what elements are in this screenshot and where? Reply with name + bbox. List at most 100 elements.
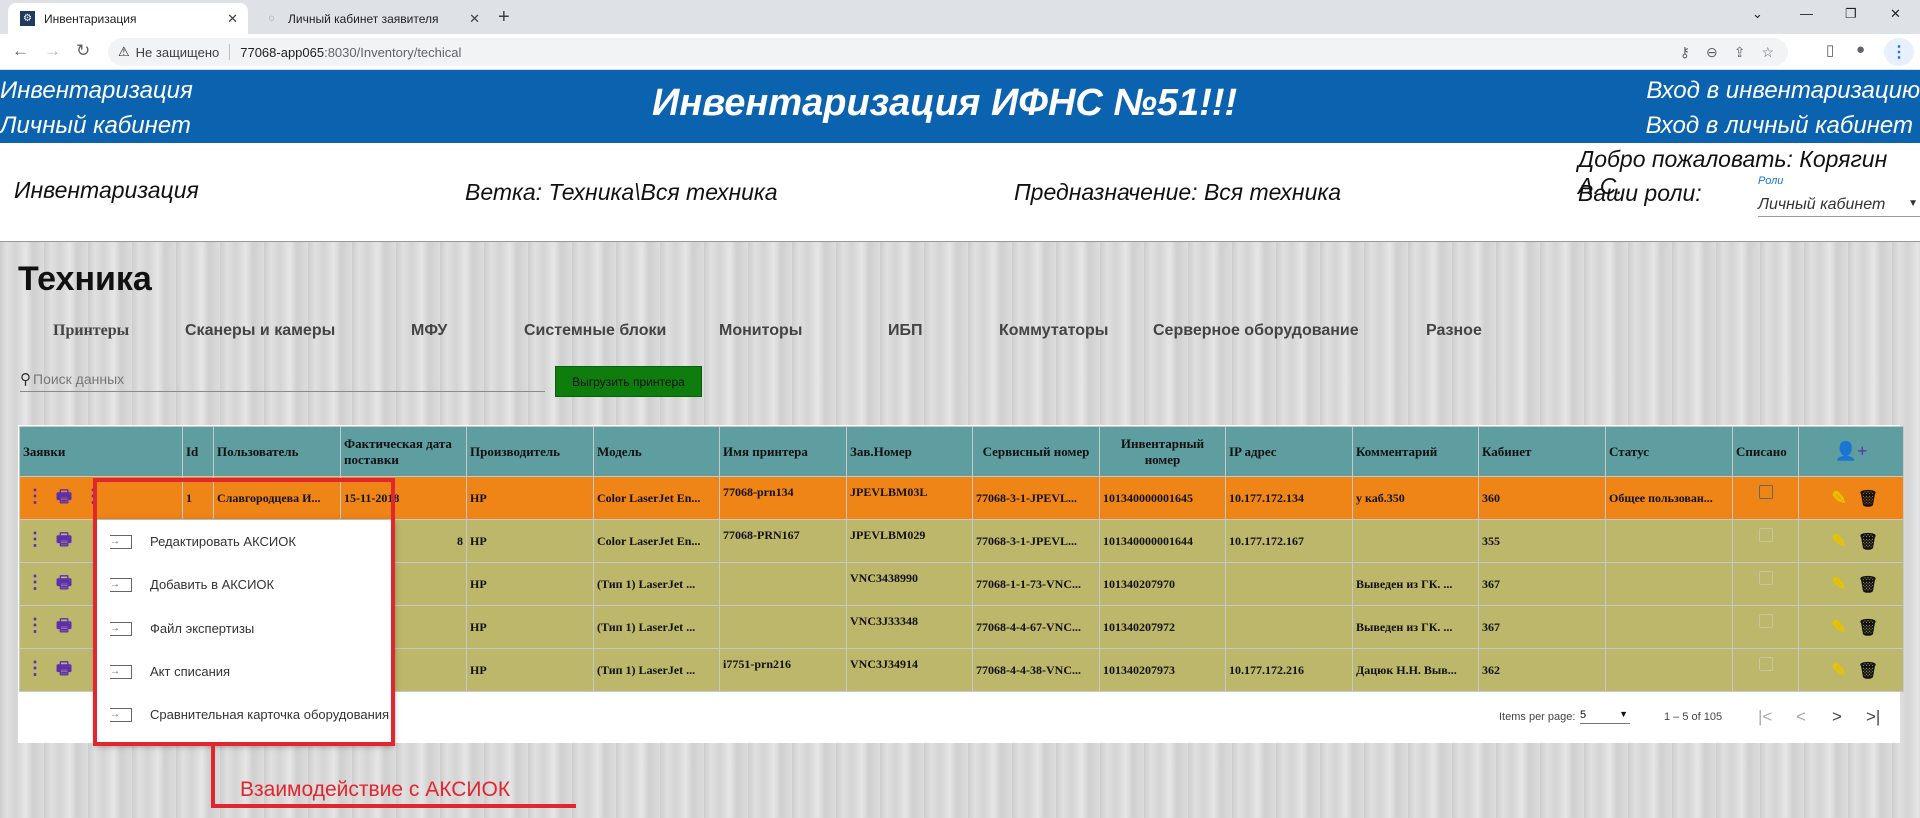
category-ups[interactable]: ИБП (888, 322, 923, 340)
share-icon[interactable]: ⇪ (1734, 44, 1746, 61)
delete-icon[interactable]: 🗑 (1856, 618, 1880, 638)
category-other[interactable]: Разное (1426, 322, 1482, 340)
row-menu-icon[interactable]: ⋮ (23, 615, 47, 636)
row-menu-icon[interactable]: ⋮ (23, 529, 47, 550)
url-field[interactable]: ⚠ Не защищено 77068-app065:8030/Inventor… (108, 38, 1788, 66)
search-input[interactable]: ⚲ Поиск данных (20, 366, 545, 392)
edit-icon[interactable]: ✎ (1822, 660, 1856, 681)
delete-icon[interactable]: 🗑 (1856, 532, 1880, 552)
delete-icon[interactable]: 🗑 (1856, 489, 1880, 509)
annotation-frame (93, 478, 395, 746)
edit-icon[interactable]: ✎ (1822, 617, 1856, 638)
cell-ip: 10.177.172.167 (1225, 519, 1353, 563)
tab-cabinet[interactable]: ◌ Личный кабинет заявителя ✕ (252, 3, 490, 34)
nav-cabinet-link[interactable]: Личный кабинет (0, 112, 191, 140)
edit-icon[interactable]: ✎ (1822, 531, 1856, 552)
prev-page-icon[interactable]: < (1796, 707, 1806, 727)
close-tab-icon[interactable]: ✕ (227, 11, 238, 27)
col-ip[interactable]: IP адрес (1225, 426, 1353, 477)
print-icon[interactable]: 🖶 (47, 613, 81, 642)
page-range-label: 1 – 5 of 105 (1664, 711, 1723, 723)
zoom-icon[interactable]: ⊖ (1706, 44, 1718, 61)
new-tab-icon[interactable]: + (498, 6, 510, 29)
login-cabinet-link[interactable]: Вход в личный кабинет (1646, 112, 1913, 140)
browser-menu-icon[interactable]: ⋮ (1884, 38, 1914, 66)
col-printer-name[interactable]: Имя принтера (719, 426, 847, 477)
col-user[interactable]: Пользователь (213, 426, 341, 477)
print-icon[interactable]: 🖶 (47, 656, 81, 685)
tab-label: Инвентаризация (44, 11, 137, 26)
divider (229, 44, 231, 60)
delete-icon[interactable]: 🗑 (1856, 661, 1880, 681)
cell-inventory: 101340000001645 (1099, 476, 1226, 520)
row-menu-icon[interactable]: ⋮ (23, 572, 47, 593)
export-printers-button[interactable]: Выгрузить принтера (555, 366, 702, 397)
close-tab-icon[interactable]: ✕ (469, 11, 480, 27)
reload-icon[interactable]: ↻ (76, 41, 90, 61)
row-menu-icon[interactable]: ⋮ (23, 486, 47, 507)
col-cabinet[interactable]: Кабинет (1478, 426, 1606, 477)
col-requests[interactable]: Заявки (19, 426, 183, 477)
nav-inventory-link[interactable]: Инвентаризация (0, 77, 193, 105)
annotation-underline (211, 804, 576, 808)
category-monitors[interactable]: Мониторы (719, 322, 802, 340)
category-switches[interactable]: Коммутаторы (999, 322, 1108, 340)
profile-icon[interactable]: ● (1856, 41, 1865, 58)
row-menu-icon[interactable]: ⋮ (23, 658, 47, 679)
key-icon[interactable]: ⚷ (1680, 44, 1690, 61)
category-printers[interactable]: Принтеры (53, 322, 129, 340)
category-system-units[interactable]: Системные блоки (524, 322, 666, 340)
globe-icon: ◌ (268, 13, 275, 24)
col-model[interactable]: Модель (593, 426, 720, 477)
minimize-icon[interactable]: — (1800, 6, 1813, 21)
print-icon[interactable]: 🖶 (47, 570, 81, 599)
cell-serial: JPEVLBM029 (846, 519, 973, 563)
tab-label: Личный кабинет заявителя (288, 11, 439, 26)
col-id[interactable]: Id (182, 426, 214, 477)
print-icon[interactable]: 🖶 (47, 527, 81, 556)
written-off-checkbox[interactable] (1758, 657, 1773, 671)
next-page-icon[interactable]: > (1832, 707, 1842, 727)
sidebar-icon[interactable]: ▯ (1826, 41, 1834, 59)
col-serial[interactable]: Зав.Номер (846, 426, 973, 477)
edit-icon[interactable]: ✎ (1822, 488, 1856, 509)
col-maker[interactable]: Производитель (466, 426, 594, 477)
col-date[interactable]: Фактическая дата поставки (340, 426, 467, 477)
cell-inventory: 101340207972 (1099, 605, 1226, 649)
search-placeholder: Поиск данных (33, 370, 125, 387)
written-off-checkbox[interactable] (1758, 485, 1773, 499)
written-off-checkbox[interactable] (1758, 571, 1773, 585)
col-comment[interactable]: Комментарий (1352, 426, 1479, 477)
col-status[interactable]: Статус (1605, 426, 1733, 477)
category-mfu[interactable]: МФУ (411, 322, 447, 340)
login-inventory-link[interactable]: Вход в инвентаризацию (1646, 77, 1920, 105)
cell-status (1605, 605, 1733, 649)
cell-model: Color LaserJet En... (593, 476, 720, 520)
cell-printer-name (719, 562, 847, 606)
page-title: Техника (18, 260, 152, 298)
edit-icon[interactable]: ✎ (1822, 574, 1856, 595)
forward-icon[interactable]: → (44, 41, 61, 61)
cell-comment: у каб.350 (1352, 476, 1479, 520)
print-icon[interactable]: 🖶 (47, 484, 81, 513)
cell-ip: 10.177.172.216 (1225, 648, 1353, 692)
written-off-checkbox[interactable] (1758, 614, 1773, 628)
chevron-down-icon[interactable]: ⌄ (1752, 6, 1763, 22)
page-size-select[interactable]: 5 ▼ (1580, 709, 1630, 724)
roles-select[interactable]: Личный кабинет ▼ (1758, 196, 1920, 217)
last-page-icon[interactable]: >| (1866, 707, 1880, 727)
add-user-button[interactable]: 👤+ (1798, 426, 1904, 477)
written-off-checkbox[interactable] (1758, 528, 1773, 542)
col-written-off[interactable]: Списано (1732, 426, 1799, 477)
tab-inventory[interactable]: ⚙ Инвентаризация ✕ (8, 3, 248, 34)
col-inventory[interactable]: Инвентарный номер (1099, 426, 1226, 477)
back-icon[interactable]: ← (12, 41, 29, 61)
category-scanners[interactable]: Сканеры и камеры (185, 322, 335, 340)
delete-icon[interactable]: 🗑 (1856, 575, 1880, 595)
col-service[interactable]: Сервисный номер (972, 426, 1100, 477)
close-window-icon[interactable]: ✕ (1890, 6, 1901, 22)
category-servers[interactable]: Серверное оборудование (1153, 322, 1359, 340)
first-page-icon[interactable]: |< (1758, 707, 1772, 727)
star-icon[interactable]: ☆ (1761, 44, 1774, 61)
restore-icon[interactable]: ❐ (1845, 6, 1857, 22)
